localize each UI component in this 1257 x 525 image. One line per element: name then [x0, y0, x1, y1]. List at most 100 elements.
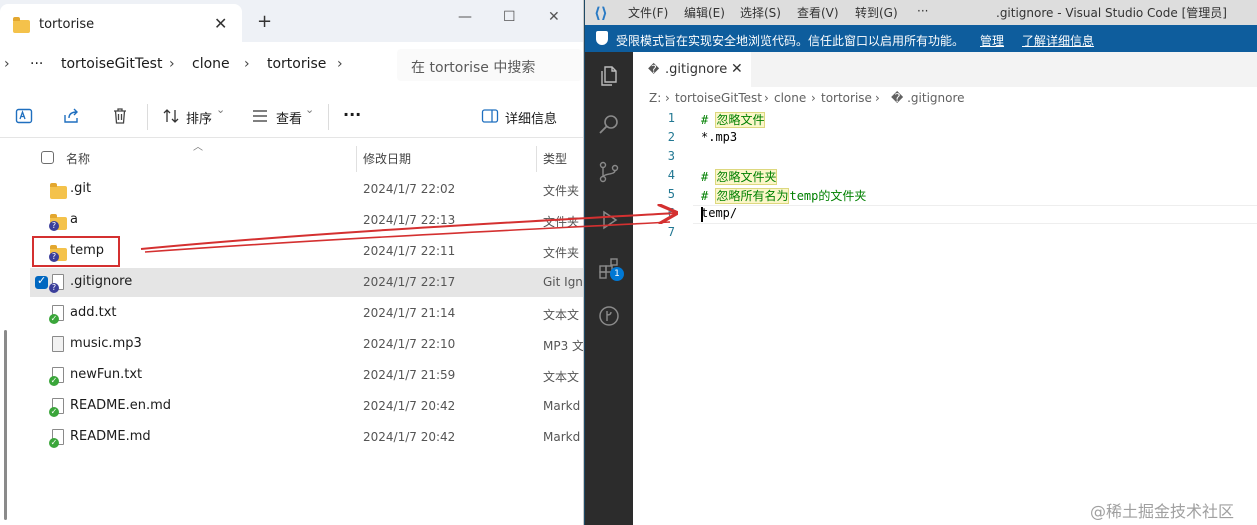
- breadcrumb-item[interactable]: clone: [192, 56, 230, 72]
- menu-edit[interactable]: 编辑(E): [684, 4, 725, 21]
- new-tab-button[interactable]: +: [257, 13, 272, 31]
- code-text: #: [701, 170, 716, 184]
- menu-view[interactable]: 查看(V): [797, 4, 839, 21]
- select-all-checkbox[interactable]: [41, 151, 54, 164]
- file-type: Markd: [543, 399, 581, 413]
- breadcrumb-item[interactable]: tortoiseGitTest: [675, 91, 762, 105]
- breadcrumb-item[interactable]: tortorise: [821, 91, 872, 105]
- file-name: music.mp3: [70, 336, 142, 351]
- breadcrumb-item[interactable]: clone: [774, 91, 806, 105]
- file-date: 2024/1/7 21:14: [363, 306, 456, 320]
- unicode-highlight: 忽略文件夹: [715, 169, 778, 185]
- line-number: 6: [667, 206, 675, 220]
- column-name[interactable]: 名称: [66, 150, 90, 167]
- line-number: 3: [667, 149, 675, 163]
- file-row[interactable]: ✓ add.txt 2024/1/7 21:14 文本文: [30, 299, 583, 328]
- file-date: 2024/1/7 22:11: [363, 244, 456, 258]
- menu-go[interactable]: 转到(G): [855, 4, 898, 21]
- breadcrumb-separator: ›: [875, 91, 880, 105]
- menu-more[interactable]: ···: [917, 4, 928, 18]
- editor-tab-gitignore[interactable]: � .gitignore ✕: [633, 52, 751, 87]
- explorer-toolbar: 排序 ⌄ 查看 ⌄ ··· 详细信息: [0, 94, 583, 138]
- manage-link[interactable]: 管理: [980, 32, 1004, 49]
- breadcrumb-separator: ›: [169, 56, 175, 72]
- file-row[interactable]: music.mp3 2024/1/7 22:10 MP3 文: [30, 330, 583, 359]
- breadcrumb-item[interactable]: � .gitignore: [891, 91, 965, 105]
- column-date[interactable]: 修改日期: [363, 150, 411, 167]
- view-button[interactable]: 查看: [276, 108, 302, 127]
- menu-selection[interactable]: 选择(S): [740, 4, 781, 21]
- code-text: temp的文件夹: [789, 189, 867, 203]
- window-title: .gitignore - Visual Studio Code [管理员]: [996, 6, 1227, 20]
- git-graph-icon[interactable]: [597, 304, 621, 328]
- file-name: README.md: [70, 429, 151, 444]
- maximize-button[interactable]: ☐: [503, 9, 516, 25]
- unicode-highlight: 忽略所有名为: [715, 188, 790, 204]
- file-row[interactable]: .git 2024/1/7 22:02 文件夹: [30, 175, 583, 204]
- share-icon[interactable]: [63, 107, 81, 125]
- normal-overlay-icon: ✓: [49, 376, 59, 386]
- code-text: #: [701, 189, 716, 203]
- column-divider[interactable]: [356, 146, 357, 172]
- details-pane-icon: [481, 109, 499, 123]
- explorer-tab[interactable]: tortorise ✕: [0, 4, 242, 42]
- breadcrumb-separator: ›: [764, 91, 769, 105]
- file-date: 2024/1/7 22:02: [363, 182, 456, 196]
- row-checkbox[interactable]: [35, 274, 48, 289]
- breadcrumb-item[interactable]: tortoiseGitTest: [61, 56, 162, 72]
- file-date: 2024/1/7 22:17: [363, 275, 456, 289]
- normal-overlay-icon: ✓: [49, 314, 59, 324]
- search-icon[interactable]: [597, 112, 621, 136]
- extensions-badge: 1: [610, 267, 624, 281]
- sort-button[interactable]: 排序: [186, 108, 212, 127]
- file-row[interactable]: ✓ README.en.md 2024/1/7 20:42 Markd: [30, 392, 583, 421]
- line-number: 7: [667, 225, 675, 239]
- code-line: # 忽略文件夹: [701, 168, 778, 185]
- file-name: README.en.md: [70, 398, 171, 413]
- file-type: 文件夹: [543, 184, 580, 198]
- delete-icon[interactable]: [111, 107, 129, 125]
- breadcrumb-separator: ›: [665, 91, 670, 105]
- file-name: newFun.txt: [70, 367, 143, 382]
- breadcrumb-item[interactable]: tortorise: [267, 56, 326, 72]
- file-row[interactable]: ✓ newFun.txt 2024/1/7 21:59 文本文: [30, 361, 583, 390]
- tab-close-button[interactable]: ✕: [731, 61, 743, 77]
- file-date: 2024/1/7 22:10: [363, 337, 456, 351]
- learn-more-link[interactable]: 了解详细信息: [1022, 32, 1094, 49]
- code-line: *.mp3: [701, 130, 737, 144]
- file-type: 文本文: [543, 308, 580, 322]
- explorer-files-icon[interactable]: [597, 64, 621, 88]
- rename-icon[interactable]: [15, 107, 33, 125]
- file-row[interactable]: ? a 2024/1/7 22:13 文件夹: [30, 206, 583, 235]
- run-debug-icon[interactable]: [597, 208, 621, 232]
- breadcrumb-item[interactable]: Z:: [649, 91, 661, 105]
- minimize-button[interactable]: —: [458, 9, 472, 25]
- close-window-button[interactable]: ✕: [548, 9, 560, 25]
- code-editor[interactable]: 1 # 忽略文件 2 *.mp3 3 4 # 忽略文件夹 5 # 忽略所有名为temp的文件夹 6…: [633, 109, 1257, 525]
- more-options-button[interactable]: ···: [343, 105, 361, 124]
- line-number: 4: [667, 168, 675, 182]
- file-row[interactable]: ✓ README.md 2024/1/7 20:42 Markd: [30, 423, 583, 452]
- editor-breadcrumb: Z: › tortoiseGitTest › clone › tortorise…: [633, 87, 1257, 109]
- menu-file[interactable]: 文件(F): [628, 4, 668, 21]
- column-divider[interactable]: [536, 146, 537, 172]
- details-button[interactable]: 详细信息: [505, 108, 557, 127]
- folder-icon: [13, 17, 30, 33]
- search-input[interactable]: 在 tortorise 中搜索: [397, 49, 582, 81]
- file-type: Git Ignore: [543, 275, 583, 289]
- normal-overlay-icon: ✓: [49, 438, 59, 448]
- tab-close-button[interactable]: ✕: [214, 14, 227, 33]
- toolbar-divider: [147, 104, 148, 130]
- breadcrumb-overflow-button[interactable]: ···: [30, 56, 43, 72]
- current-line-highlight: [693, 205, 1257, 224]
- activity-bar: 1: [585, 52, 633, 525]
- file-name: .gitignore: [70, 274, 133, 289]
- shield-icon: [596, 31, 608, 45]
- media-file-icon: [52, 336, 64, 352]
- file-row[interactable]: ? .gitignore 2024/1/7 22:17 Git Ignore: [30, 268, 583, 297]
- scrollbar[interactable]: [4, 330, 7, 520]
- column-type[interactable]: 类型: [543, 150, 567, 167]
- editor-tab-title: .gitignore: [665, 62, 728, 77]
- explorer-titlebar: tortorise ✕ + — ☐ ✕: [0, 0, 583, 42]
- source-control-icon[interactable]: [597, 160, 621, 184]
